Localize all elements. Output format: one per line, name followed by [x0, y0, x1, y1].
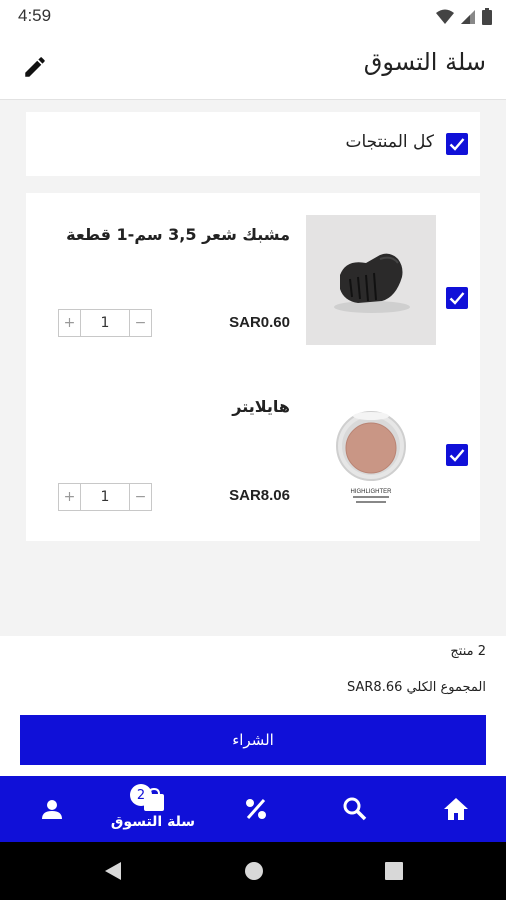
- product-image[interactable]: HIGHLIGHTER: [306, 386, 436, 516]
- nav-offers[interactable]: [226, 776, 286, 842]
- item-price: SAR0.60: [229, 314, 290, 331]
- item-name[interactable]: هايلايتر: [232, 397, 290, 416]
- highlighter-compact-photo: HIGHLIGHTER: [306, 386, 436, 516]
- person-icon: [42, 800, 62, 819]
- item-checkbox[interactable]: [446, 444, 468, 466]
- product-image[interactable]: [306, 215, 436, 345]
- cart-badge: 2: [130, 784, 152, 806]
- select-all-label: كل المنتجات: [345, 132, 434, 152]
- battery-icon: [482, 8, 492, 25]
- bottom-navigation: سلة التسوق 2: [0, 776, 506, 842]
- status-time: 4:59: [18, 6, 52, 25]
- increase-button[interactable]: +: [59, 484, 81, 510]
- check-icon: [449, 292, 465, 305]
- page-title: سلة التسوق: [363, 48, 486, 76]
- wifi-icon: [436, 9, 454, 24]
- home-button-icon[interactable]: [244, 861, 264, 881]
- hair-clip-photo: [306, 215, 436, 345]
- edit-button[interactable]: [20, 52, 50, 82]
- order-summary: 2 منتج المجموع الكلي SAR8.66 الشراء: [0, 636, 506, 776]
- quantity-stepper: + 1 −: [58, 309, 152, 337]
- quantity-value: 1: [100, 489, 110, 505]
- item-price: SAR8.06: [229, 487, 290, 504]
- cart-item: هايلايتر SAR8.06 + 1 − HIGHLIGHTER: [26, 386, 480, 536]
- nav-profile[interactable]: [22, 776, 82, 842]
- total-amount: المجموع الكلي SAR8.66: [347, 680, 486, 695]
- item-count: 2 منتج: [450, 644, 486, 659]
- status-bar: 4:59: [0, 0, 506, 32]
- quantity-value: 1: [100, 315, 110, 331]
- quantity-stepper: + 1 −: [58, 483, 152, 511]
- nav-cart-label: سلة التسوق: [110, 814, 196, 830]
- nav-search[interactable]: [325, 776, 385, 842]
- signal-icon: [461, 9, 475, 24]
- decrease-button[interactable]: −: [129, 484, 151, 510]
- search-icon: [343, 797, 367, 821]
- select-all-row[interactable]: كل المنتجات: [26, 112, 480, 176]
- select-all-checkbox[interactable]: [446, 133, 468, 155]
- status-icons: [436, 8, 492, 25]
- cart-item: مشبك شعر 3,5 سم-1 قطعة SAR0.60 + 1 −: [26, 211, 480, 361]
- buy-button[interactable]: الشراء: [20, 715, 486, 765]
- check-icon: [449, 138, 465, 151]
- home-icon: [444, 798, 468, 820]
- back-icon[interactable]: [103, 861, 123, 881]
- image-caption: HIGHLIGHTER: [350, 489, 392, 495]
- pencil-icon: [25, 57, 45, 77]
- check-icon: [449, 449, 465, 462]
- app-bar: سلة التسوق: [0, 32, 506, 100]
- nav-cart[interactable]: سلة التسوق 2: [100, 776, 206, 842]
- decrease-button[interactable]: −: [129, 310, 151, 336]
- cart-items-card: مشبك شعر 3,5 سم-1 قطعة SAR0.60 + 1 − هاي…: [26, 193, 480, 541]
- nav-home[interactable]: [426, 776, 486, 842]
- recents-icon[interactable]: [384, 861, 404, 881]
- increase-button[interactable]: +: [59, 310, 81, 336]
- item-checkbox[interactable]: [446, 287, 468, 309]
- item-name[interactable]: مشبك شعر 3,5 سم-1 قطعة: [66, 225, 290, 244]
- system-navigation-bar: [0, 842, 506, 900]
- percent-icon: [246, 799, 266, 819]
